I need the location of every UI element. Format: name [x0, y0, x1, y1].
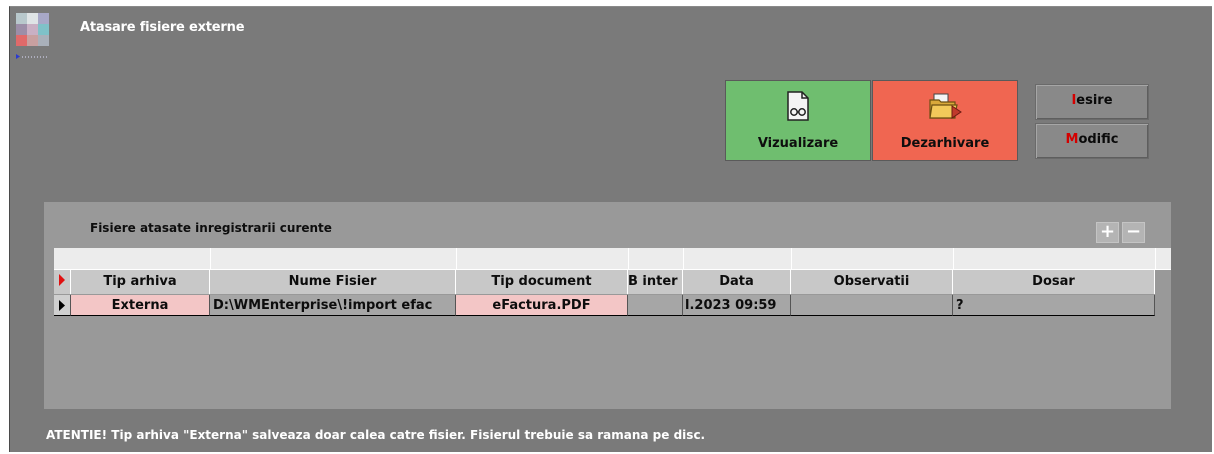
cell-nume-fisier[interactable]: D:\WMEnterprise\!import efac: [210, 295, 456, 316]
folder-export-icon: [928, 91, 962, 125]
remove-button[interactable]: −: [1122, 222, 1145, 243]
cell-dosar[interactable]: ?: [953, 295, 1155, 316]
window: Atasare fisiere externe Vizualizare Deza…: [9, 6, 1212, 452]
panel-title: Fisiere atasate inregistrarii curente: [90, 221, 332, 235]
filter-cell[interactable]: [456, 248, 629, 269]
exit-button[interactable]: Iesire: [1035, 84, 1149, 120]
app-icon[interactable]: [16, 13, 56, 59]
add-button[interactable]: +: [1096, 222, 1119, 243]
column-header-dosar[interactable]: Dosar: [953, 270, 1155, 294]
cell-data[interactable]: l.2023 09:59: [683, 295, 791, 316]
column-header-tip-arhiva[interactable]: Tip arhiva: [71, 270, 210, 294]
cell-tip-arhiva[interactable]: Externa: [71, 295, 210, 316]
filter-cell[interactable]: [628, 248, 684, 269]
view-button[interactable]: Vizualizare: [725, 80, 871, 161]
column-header-observatii[interactable]: Observatii: [791, 270, 953, 294]
modify-hotkey: M: [1065, 132, 1079, 147]
column-header-b-inter[interactable]: B inter: [628, 270, 683, 294]
window-title: Atasare fisiere externe: [80, 20, 245, 35]
cell-tip-document[interactable]: eFactura.PDF: [456, 295, 628, 316]
filter-cell[interactable]: [791, 248, 954, 269]
document-glasses-icon: [785, 91, 811, 125]
plus-icon: +: [1099, 221, 1116, 242]
minus-icon: −: [1125, 221, 1142, 242]
extract-button[interactable]: Dezarhivare: [872, 80, 1018, 161]
attachments-panel: Fisiere atasate inregistrarii curente + …: [44, 202, 1171, 409]
column-header-data[interactable]: Data: [683, 270, 791, 294]
column-header-nume-fisier[interactable]: Nume Fisier: [210, 270, 456, 294]
exit-label: esire: [1076, 93, 1113, 108]
row-indicator-header: [54, 270, 71, 294]
cell-observatii[interactable]: [791, 295, 953, 316]
column-header-tip-document[interactable]: Tip document: [456, 270, 628, 294]
modify-button[interactable]: Modific: [1035, 123, 1149, 159]
modify-label: odific: [1078, 132, 1119, 147]
view-button-label: Vizualizare: [757, 136, 839, 151]
filter-cell[interactable]: [953, 248, 1156, 269]
row-indicator[interactable]: [54, 295, 71, 316]
filter-cell[interactable]: [210, 248, 457, 269]
filter-cell[interactable]: [71, 248, 211, 269]
warning-note: ATENTIE! Tip arhiva "Externa" salveaza d…: [46, 428, 706, 442]
extract-button-label: Dezarhivare: [900, 136, 990, 151]
cell-b-inter[interactable]: [628, 295, 683, 316]
filter-cell[interactable]: [683, 248, 792, 269]
